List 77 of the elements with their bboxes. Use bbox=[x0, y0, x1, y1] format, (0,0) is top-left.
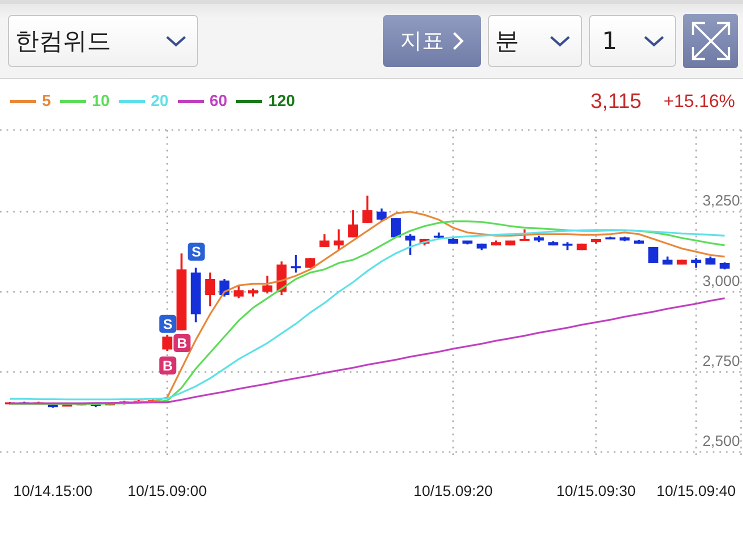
legend-label: 20 bbox=[150, 92, 168, 110]
candlestick bbox=[648, 246, 658, 263]
sell-signal-badge: S bbox=[159, 314, 176, 333]
candlestick bbox=[219, 278, 230, 297]
candlestick bbox=[562, 242, 572, 250]
candlestick bbox=[348, 210, 358, 238]
chevron-down-icon bbox=[643, 35, 665, 47]
candlestick bbox=[420, 238, 430, 246]
axis-tick-label: 10/15.09:30 bbox=[556, 483, 636, 500]
axis-tick-label: 3,250 bbox=[702, 192, 740, 210]
candlestick bbox=[390, 218, 401, 238]
candlestick bbox=[505, 240, 516, 246]
candlestick bbox=[576, 244, 587, 250]
candlestick bbox=[662, 256, 673, 265]
candlestick bbox=[134, 400, 144, 403]
candlestick bbox=[491, 240, 501, 246]
chevron-right-icon bbox=[452, 31, 464, 51]
legend-label: 60 bbox=[210, 92, 228, 110]
candlestick bbox=[691, 258, 702, 268]
candlestick bbox=[362, 196, 372, 223]
legend-label: 5 bbox=[42, 92, 51, 110]
candlestick bbox=[476, 244, 487, 250]
candlestick bbox=[405, 234, 416, 255]
axis-tick-label: 10/14.15:00 bbox=[13, 483, 92, 500]
candlestick bbox=[76, 402, 86, 406]
axis-tick-label: 10/15.09:40 bbox=[656, 483, 736, 500]
legend-label: 120 bbox=[268, 92, 295, 110]
candlestick bbox=[305, 258, 316, 268]
candlestick bbox=[548, 241, 558, 246]
candlestick bbox=[520, 229, 530, 241]
chevron-down-icon bbox=[165, 35, 187, 47]
candlestick bbox=[634, 240, 644, 244]
chevron-down-icon bbox=[549, 35, 571, 47]
candlestick bbox=[705, 256, 716, 265]
interval-select[interactable]: 1 bbox=[589, 15, 676, 67]
axis-tick-label: 10/15.09:20 bbox=[414, 483, 493, 500]
axis-tick-label: 10/15.09:00 bbox=[128, 483, 207, 500]
axis-tick-label: 3,000 bbox=[702, 272, 740, 290]
axis-tick-label: 2,500 bbox=[702, 433, 740, 450]
candlestick bbox=[462, 240, 472, 244]
axis-tick-label: 2,750 bbox=[702, 352, 740, 370]
legend-line-icon bbox=[10, 100, 36, 103]
candlestick bbox=[334, 229, 344, 250]
sell-signal-badge: S bbox=[188, 242, 205, 261]
candlestick bbox=[48, 404, 58, 408]
legend-label: 10 bbox=[92, 92, 110, 110]
current-price: 3,115 bbox=[590, 90, 642, 114]
candlestick bbox=[676, 260, 687, 265]
legend-line-icon bbox=[60, 100, 86, 103]
candlestick bbox=[205, 272, 216, 306]
candlestick bbox=[376, 208, 387, 222]
candlestick bbox=[90, 403, 101, 408]
legend-line-icon bbox=[236, 100, 262, 103]
stock-select[interactable]: 한컴위드 bbox=[8, 15, 198, 67]
buy-signal-badge: B bbox=[174, 334, 191, 352]
candlestick bbox=[62, 404, 72, 407]
candlestick bbox=[605, 236, 616, 240]
candlestick bbox=[290, 254, 301, 273]
fullscreen-button[interactable] bbox=[683, 14, 738, 68]
candlestick bbox=[190, 268, 201, 322]
candlestick bbox=[319, 234, 330, 247]
period-select[interactable]: 분 bbox=[488, 15, 582, 67]
candlestick bbox=[262, 276, 272, 294]
candlestick bbox=[620, 236, 630, 242]
candlestick bbox=[720, 262, 730, 270]
candlestick bbox=[162, 335, 172, 352]
candlestick bbox=[234, 285, 244, 298]
candlestick bbox=[591, 238, 602, 244]
price-change: +15.16% bbox=[663, 91, 735, 112]
candlestick bbox=[105, 402, 116, 406]
buy-signal-badge: B bbox=[159, 356, 176, 374]
candlestick bbox=[248, 288, 258, 297]
candlestick bbox=[534, 236, 544, 242]
candlestick bbox=[434, 232, 444, 239]
legend-line-icon bbox=[178, 100, 204, 103]
legend-line-icon bbox=[118, 100, 145, 103]
candlestick bbox=[448, 237, 458, 244]
